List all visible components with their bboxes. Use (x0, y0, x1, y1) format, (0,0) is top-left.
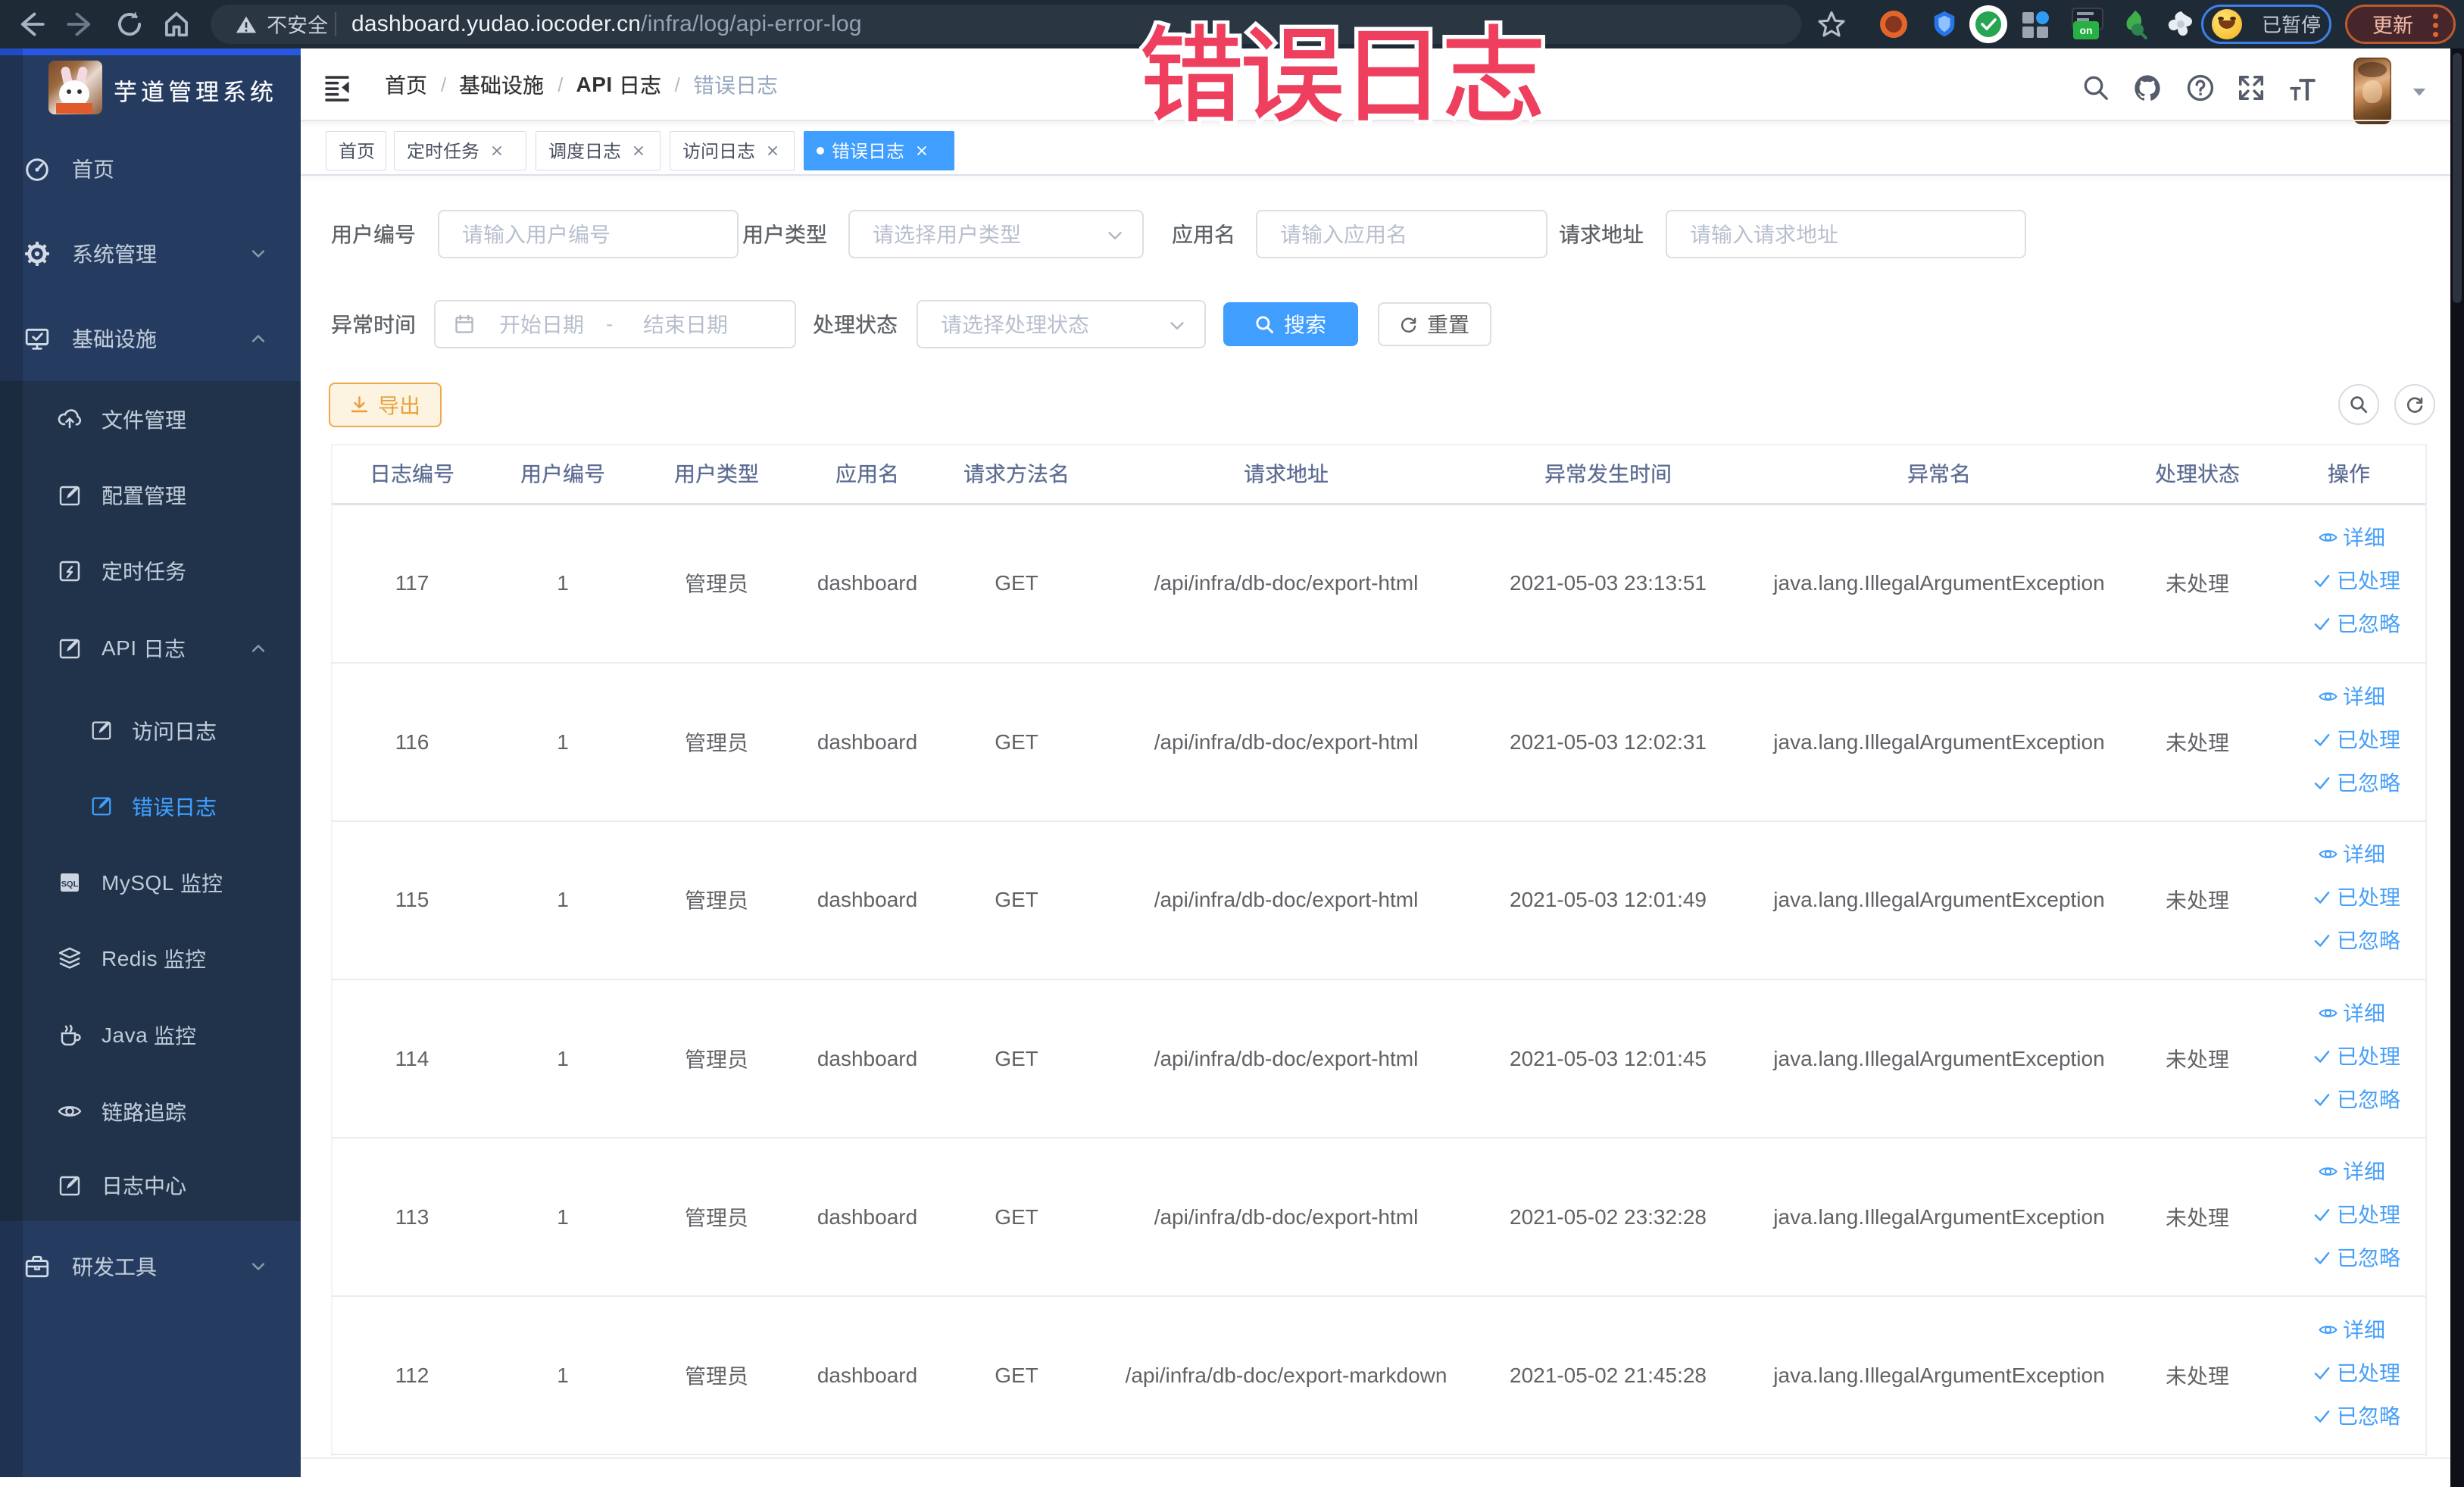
svg-text:SQL: SQL (61, 880, 79, 889)
